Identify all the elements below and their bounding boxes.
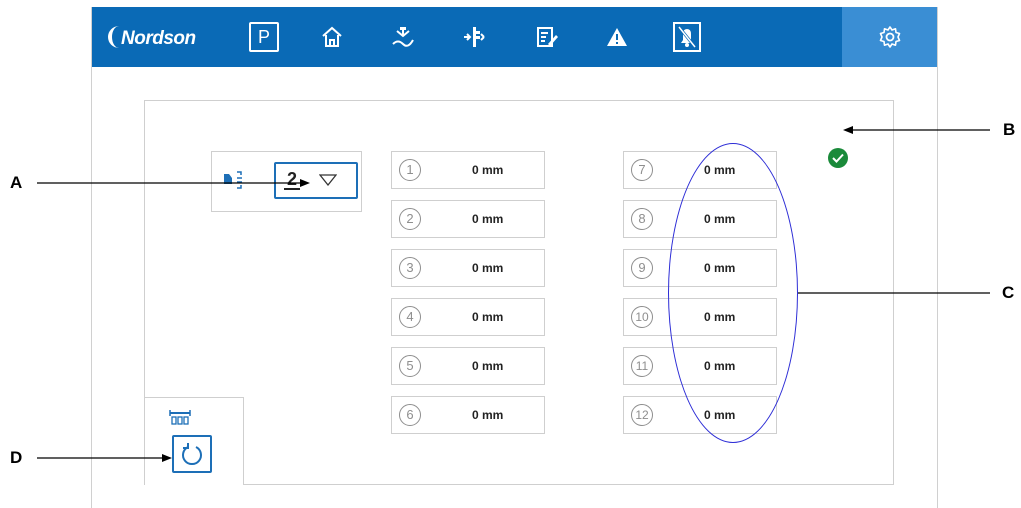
callout-b-label: B [1003,120,1016,139]
callout-leader-lines [37,126,990,462]
callout-d-label: D [10,448,23,467]
callout-c-label: C [1002,283,1015,302]
callout-a-label: A [10,173,23,192]
